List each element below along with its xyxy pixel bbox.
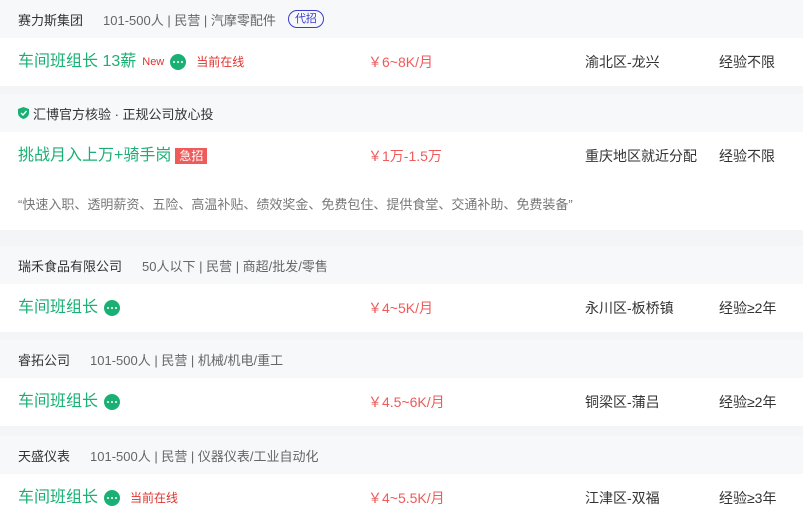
job-row[interactable]: 车间班组长 13薪 New 当前在线 ￥6~8K/月 渝北区-龙兴 经验不限 xyxy=(0,38,803,86)
online-status: 当前在线 xyxy=(196,55,245,69)
location: 铜梁区-蒲吕 xyxy=(585,394,660,410)
job-row[interactable]: 车间班组长 ￥4.5~6K/月 铜梁区-蒲吕 经验≥2年 xyxy=(0,378,803,426)
company-name[interactable]: 天盛仪表 xyxy=(18,446,70,465)
job-card[interactable]: 赛力斯集团 101-500人 | 民营 | 汽摩零配件 代招 车间班组长 13薪… xyxy=(0,0,803,86)
job-title-wrap[interactable]: 车间班组长 xyxy=(18,284,121,332)
salary: ￥1万-1.5万 xyxy=(368,148,442,164)
company-meta: 101-500人 | 民营 | 机械/机电/重工 xyxy=(90,352,284,368)
company-name[interactable]: 赛力斯集团 xyxy=(18,10,83,29)
location: 永川区-板桥镇 xyxy=(585,300,674,316)
experience: 经验≥2年 xyxy=(719,300,777,316)
chat-bubble-icon[interactable] xyxy=(104,300,121,316)
company-header: 瑞禾食品有限公司 50人以下 | 民营 | 商超/批发/零售 xyxy=(0,246,803,284)
urgent-badge: 急招 xyxy=(175,148,208,164)
job-card[interactable]: 天盛仪表 101-500人 | 民营 | 仪器仪表/工业自动化 车间班组长 当前… xyxy=(0,436,803,522)
company-name[interactable]: 睿拓公司 xyxy=(18,350,70,369)
salary: ￥6~8K/月 xyxy=(368,54,433,70)
salary: ￥4~5K/月 xyxy=(368,300,433,316)
job-title[interactable]: 挑战月入上万+骑手岗 xyxy=(18,132,171,180)
job-title-wrap[interactable]: 车间班组长 xyxy=(18,378,121,426)
job-title-wrap[interactable]: 车间班组长 13薪 New 当前在线 xyxy=(18,38,244,86)
company-meta: 101-500人 | 民营 | 仪器仪表/工业自动化 xyxy=(90,448,319,464)
job-benefits: “快速入职、透明薪资、五险、高温补贴、绩效奖金、免费包住、提供食堂、交通补助、免… xyxy=(0,180,803,230)
job-title-wrap[interactable]: 挑战月入上万+骑手岗 急招 xyxy=(18,132,208,180)
job-row[interactable]: 车间班组长 ￥4~5K/月 永川区-板桥镇 经验≥2年 xyxy=(0,284,803,332)
location: 重庆地区就近分配 xyxy=(585,148,697,164)
chat-bubble-icon[interactable] xyxy=(104,490,121,506)
chat-bubble-icon[interactable] xyxy=(104,394,121,410)
new-badge: New xyxy=(142,56,165,68)
job-card[interactable]: 睿拓公司 101-500人 | 民营 | 机械/机电/重工 车间班组长 ￥4.5… xyxy=(0,340,803,426)
company-header: 睿拓公司 101-500人 | 民营 | 机械/机电/重工 xyxy=(0,340,803,378)
job-title[interactable]: 车间班组长 xyxy=(18,378,98,426)
company-meta: 50人以下 | 民营 | 商超/批发/零售 xyxy=(142,258,328,274)
job-card[interactable]: 瑞禾食品有限公司 50人以下 | 民营 | 商超/批发/零售 车间班组长 ￥4~… xyxy=(0,246,803,332)
experience: 经验≥2年 xyxy=(719,394,777,410)
company-header: 赛力斯集团 101-500人 | 民营 | 汽摩零配件 代招 xyxy=(0,0,803,38)
job-title[interactable]: 车间班组长 13薪 xyxy=(18,38,136,86)
job-title[interactable]: 车间班组长 xyxy=(18,284,98,332)
shield-check-icon xyxy=(18,107,29,119)
experience: 经验不限 xyxy=(719,148,775,164)
company-meta: 101-500人 | 民营 | 汽摩零配件 xyxy=(103,12,276,28)
salary: ￥4.5~6K/月 xyxy=(368,394,445,410)
location: 渝北区-龙兴 xyxy=(585,54,660,70)
company-name[interactable]: 瑞禾食品有限公司 xyxy=(18,256,122,275)
job-card[interactable]: 汇博官方核验 · 正规公司放心投 挑战月入上万+骑手岗 急招 ￥1万-1.5万 … xyxy=(0,94,803,230)
experience: 经验不限 xyxy=(719,54,775,70)
company-header: 天盛仪表 101-500人 | 民营 | 仪器仪表/工业自动化 xyxy=(0,436,803,474)
company-header: 汇博官方核验 · 正规公司放心投 xyxy=(0,94,803,132)
agent-badge: 代招 xyxy=(287,10,324,28)
job-row[interactable]: 挑战月入上万+骑手岗 急招 ￥1万-1.5万 重庆地区就近分配 经验不限 xyxy=(0,132,803,180)
chat-bubble-icon[interactable] xyxy=(170,54,187,70)
verified-notice: 汇博官方核验 · 正规公司放心投 xyxy=(33,106,214,122)
